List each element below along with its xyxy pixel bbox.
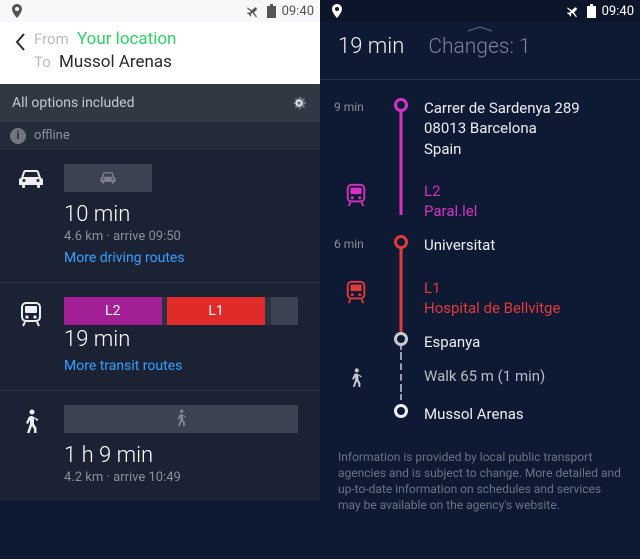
step-origin: 9 min Carrer de Sardenya 289 08013 Barce… bbox=[334, 98, 622, 159]
disabled-car-segment bbox=[64, 164, 152, 192]
detail-duration: 19 min bbox=[338, 34, 404, 59]
disabled-walk-segment bbox=[64, 405, 298, 433]
airplane-icon bbox=[247, 4, 261, 18]
step-time: 9 min bbox=[334, 98, 378, 114]
location-icon bbox=[12, 4, 22, 18]
driving-subline: 4.6 km · arrive 09:50 bbox=[64, 229, 306, 244]
walk-text: Walk 65 m (1 min) bbox=[424, 366, 622, 386]
disclaimer-text: Information is provided by local public … bbox=[320, 441, 640, 528]
step-l1: L1 Hospital de Bellvitge bbox=[334, 278, 622, 319]
walk-icon bbox=[334, 366, 378, 390]
origin-line2: 08013 Barcelona bbox=[424, 118, 622, 138]
line-l2-dest: Paral.lel bbox=[424, 201, 622, 221]
origin-line1: Carrer de Sardenya 289 bbox=[424, 98, 622, 118]
line-l2-name: L2 bbox=[424, 181, 622, 201]
line-l1-dest: Hospital de Bellvitge bbox=[424, 298, 622, 318]
card-driving[interactable]: 10 min 4.6 km · arrive 09:50 More drivin… bbox=[0, 150, 320, 283]
destination-name: Mussol Arenas bbox=[424, 404, 622, 424]
step-destination: Mussol Arenas bbox=[334, 404, 622, 424]
from-row[interactable]: From Your location bbox=[34, 28, 176, 51]
origin-line3: Spain bbox=[424, 139, 622, 159]
dot-espanya bbox=[394, 332, 408, 346]
dot-change bbox=[394, 235, 408, 249]
train-icon bbox=[334, 278, 378, 304]
options-label: All options included bbox=[12, 95, 134, 111]
stop-universitat: Universitat bbox=[424, 235, 622, 255]
gear-icon[interactable] bbox=[290, 94, 308, 112]
dot-destination bbox=[394, 404, 408, 418]
transit-duration: 19 min bbox=[64, 327, 306, 352]
card-walking[interactable]: 1 h 9 min 4.2 km · arrive 10:49 bbox=[0, 391, 320, 501]
status-bar-left: 09:40 bbox=[0, 0, 320, 22]
to-label: To bbox=[34, 53, 51, 71]
line-l1-name: L1 bbox=[424, 278, 622, 298]
status-bar-right: 09:40 bbox=[320, 0, 640, 22]
card-transit[interactable]: L2 L1 19 min More transit routes bbox=[0, 283, 320, 391]
info-icon: i bbox=[10, 128, 26, 144]
stop-espanya: Espanya bbox=[424, 332, 622, 352]
location-icon bbox=[332, 4, 342, 18]
walk-icon bbox=[14, 405, 48, 485]
to-value: Mussol Arenas bbox=[59, 52, 172, 72]
driving-duration: 10 min bbox=[64, 202, 306, 227]
from-value: Your location bbox=[77, 29, 176, 49]
segment-l1: L1 bbox=[167, 297, 265, 325]
step-espanya: Espanya bbox=[334, 332, 622, 352]
route-header: From Your location To Mussol Arenas bbox=[0, 22, 320, 84]
more-driving-link[interactable]: More driving routes bbox=[64, 250, 185, 266]
walk-duration: 1 h 9 min bbox=[64, 443, 306, 468]
battery-icon bbox=[587, 4, 596, 18]
segment-stub bbox=[271, 297, 298, 325]
car-icon bbox=[14, 164, 48, 266]
back-button[interactable] bbox=[6, 28, 34, 52]
more-transit-link[interactable]: More transit routes bbox=[64, 358, 182, 374]
segment-l2: L2 bbox=[64, 297, 162, 325]
dot-origin bbox=[394, 98, 408, 112]
from-label: From bbox=[34, 30, 69, 48]
train-icon bbox=[334, 181, 378, 207]
route-timeline: 9 min Carrer de Sardenya 289 08013 Barce… bbox=[320, 80, 640, 441]
offline-row: i offline bbox=[0, 122, 320, 150]
train-icon bbox=[14, 297, 48, 374]
transit-line-bar: L2 L1 bbox=[64, 297, 298, 325]
step-universitat: 6 min Universitat bbox=[334, 235, 622, 255]
airplane-icon bbox=[567, 4, 581, 18]
detail-changes: Changes: 1 bbox=[428, 35, 530, 59]
walk-subline: 4.2 km · arrive 10:49 bbox=[64, 470, 306, 485]
status-time: 09:40 bbox=[602, 4, 634, 19]
drag-handle-icon[interactable] bbox=[466, 25, 494, 31]
status-time: 09:40 bbox=[282, 4, 314, 19]
to-row[interactable]: To Mussol Arenas bbox=[34, 51, 176, 74]
step-l2: L2 Paral.lel bbox=[334, 181, 622, 222]
detail-header[interactable]: 19 min Changes: 1 bbox=[320, 22, 640, 80]
step-walk: Walk 65 m (1 min) bbox=[334, 366, 622, 390]
offline-label: offline bbox=[34, 128, 70, 143]
options-bar[interactable]: All options included bbox=[0, 84, 320, 122]
step-time: 6 min bbox=[334, 235, 378, 251]
battery-icon bbox=[267, 4, 276, 18]
